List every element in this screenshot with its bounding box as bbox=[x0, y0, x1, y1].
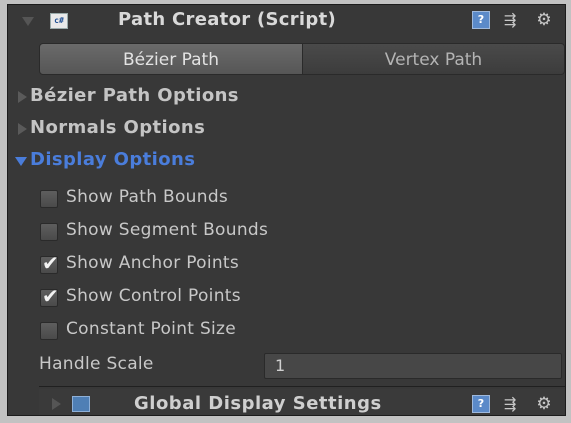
toggle-label: Constant Point Size bbox=[66, 319, 237, 339]
toggle-constant-point-size[interactable]: Constant Point Size bbox=[8, 315, 565, 347]
checkbox[interactable] bbox=[40, 322, 58, 340]
gear-icon[interactable]: ⚙ bbox=[532, 394, 556, 414]
help-reference-icon[interactable]: ? bbox=[472, 395, 490, 413]
toggle-show-anchor-points[interactable]: ✔ Show Anchor Points bbox=[8, 249, 565, 281]
global-settings-foldout-arrow-icon[interactable] bbox=[52, 398, 61, 410]
checkbox[interactable]: ✔ bbox=[40, 285, 59, 307]
toggle-label: Show Path Bounds bbox=[66, 187, 229, 207]
checkbox[interactable]: ✔ bbox=[40, 252, 59, 274]
foldout-label: Display Options bbox=[30, 149, 196, 170]
global-settings-title: Global Display Settings bbox=[134, 393, 382, 414]
component-header[interactable]: c# Path Creator (Script) ? ⇶ ⚙ bbox=[8, 5, 565, 39]
component-title: Path Creator (Script) bbox=[118, 9, 337, 30]
gear-icon[interactable]: ⚙ bbox=[532, 10, 556, 30]
field-handle-scale: Handle Scale 1 bbox=[8, 350, 565, 382]
inspector-panel: c# Path Creator (Script) ? ⇶ ⚙ Bézier Pa… bbox=[7, 4, 566, 416]
divider bbox=[39, 386, 565, 387]
foldout-normals-options[interactable]: Normals Options bbox=[8, 113, 565, 145]
toggle-show-path-bounds[interactable]: Show Path Bounds bbox=[8, 183, 565, 215]
foldout-bezier-path-options[interactable]: Bézier Path Options bbox=[8, 81, 565, 113]
preset-icon[interactable]: ⇶ bbox=[500, 11, 520, 29]
settings-asset-icon bbox=[72, 396, 90, 412]
foldout-collapsed-arrow-icon bbox=[18, 123, 27, 135]
handle-scale-input[interactable]: 1 bbox=[264, 353, 562, 379]
toggle-show-control-points[interactable]: ✔ Show Control Points bbox=[8, 282, 565, 314]
checkbox[interactable] bbox=[40, 190, 58, 208]
foldout-label: Normals Options bbox=[30, 117, 206, 138]
foldout-expanded-arrow-icon bbox=[15, 157, 27, 166]
check-icon: ✔ bbox=[42, 251, 59, 275]
foldout-display-options[interactable]: Display Options bbox=[8, 145, 565, 177]
foldout-collapsed-arrow-icon bbox=[18, 91, 27, 103]
handle-scale-label: Handle Scale bbox=[39, 354, 154, 374]
foldout-label: Bézier Path Options bbox=[30, 85, 239, 106]
tab-bezier-path[interactable]: Bézier Path bbox=[39, 43, 303, 75]
toggle-label: Show Segment Bounds bbox=[66, 220, 269, 240]
check-icon: ✔ bbox=[42, 284, 59, 308]
path-type-toolbar: Bézier Path Vertex Path bbox=[39, 43, 565, 75]
toggle-show-segment-bounds[interactable]: Show Segment Bounds bbox=[8, 216, 565, 248]
toggle-label: Show Control Points bbox=[66, 286, 241, 306]
script-icon: c# bbox=[50, 13, 68, 29]
help-reference-icon[interactable]: ? bbox=[472, 11, 490, 29]
toggle-label: Show Anchor Points bbox=[66, 253, 240, 273]
preset-icon[interactable]: ⇶ bbox=[500, 395, 520, 413]
header-foldout-arrow-icon[interactable] bbox=[22, 17, 34, 26]
tab-vertex-path[interactable]: Vertex Path bbox=[303, 43, 565, 75]
checkbox[interactable] bbox=[40, 223, 58, 241]
